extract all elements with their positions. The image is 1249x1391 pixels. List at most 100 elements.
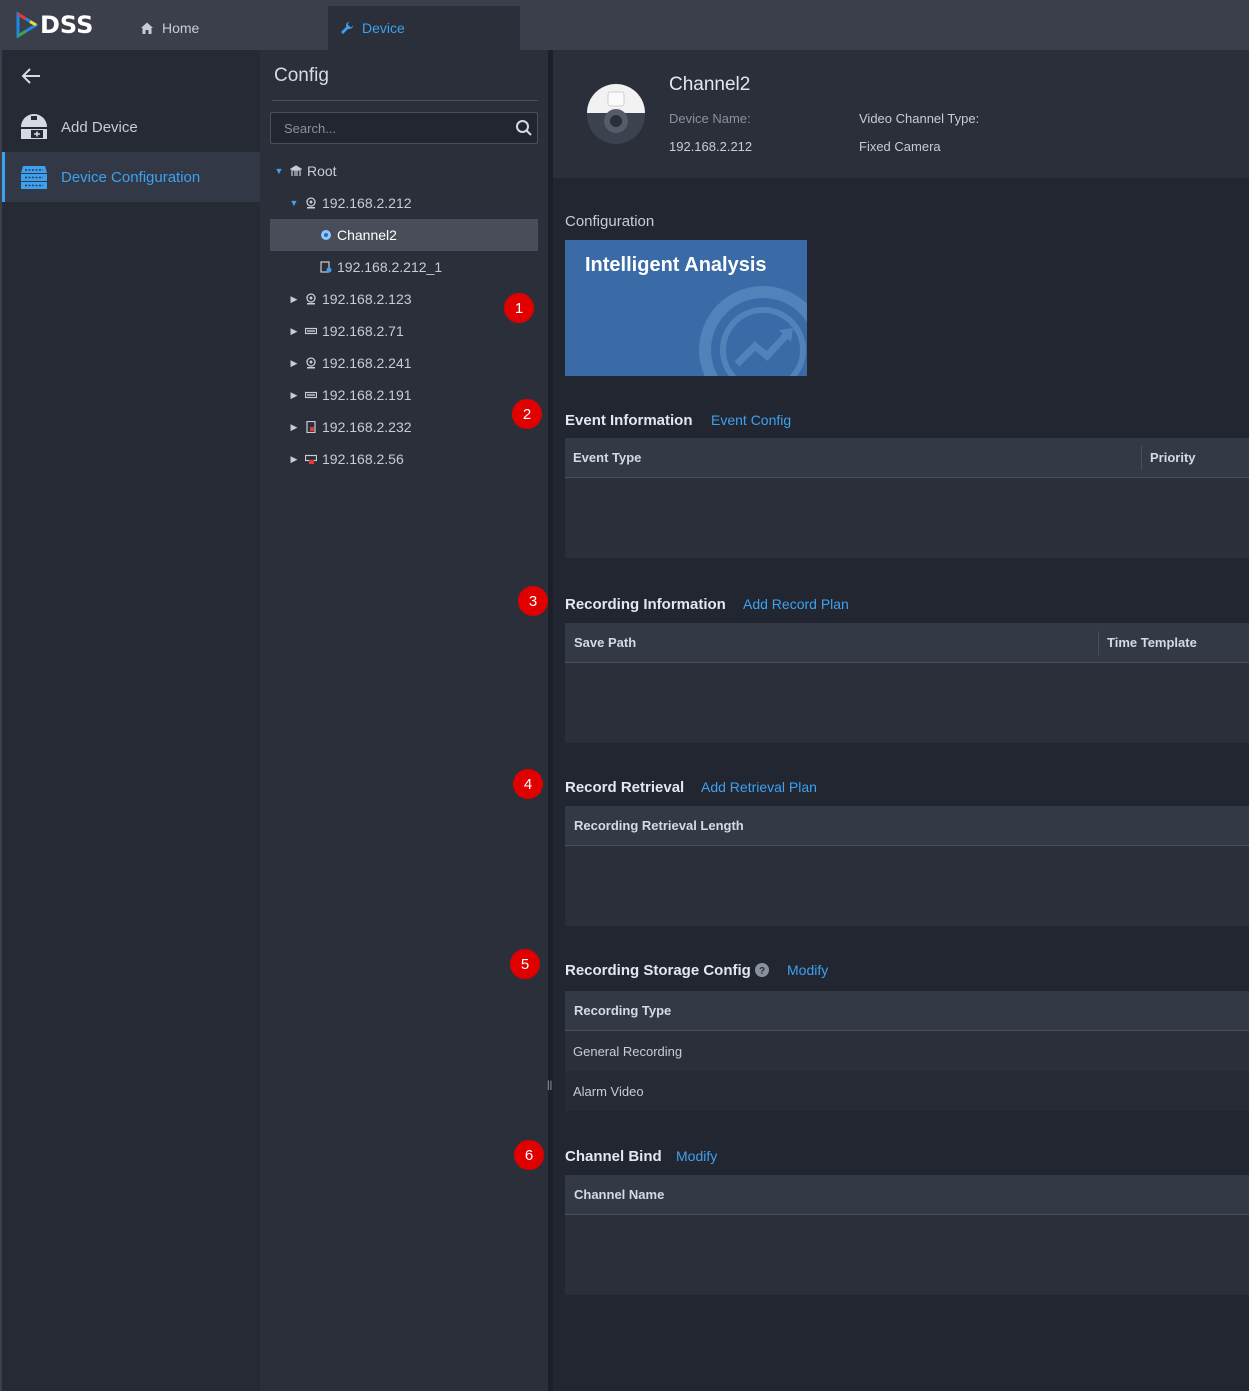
recording-information-title: Recording Information (565, 596, 726, 613)
expanded-triangle-icon[interactable]: ▼ (274, 166, 284, 176)
collapsed-triangle-icon[interactable]: ▶ (289, 454, 299, 465)
main-content: Channel2 Device Name: 192.168.2.212 Vide… (553, 50, 1249, 1391)
cell-recording-type: Alarm Video (573, 1083, 644, 1099)
cell-recording-type: General Recording (573, 1043, 683, 1059)
device-config-icon (21, 166, 47, 189)
tree-node-label: 192.168.2.241 (322, 355, 412, 371)
door-device-icon (305, 421, 317, 433)
annotation-badge-1: 1 (504, 293, 534, 323)
nvr-icon (305, 389, 317, 401)
retrieval-table: Recording Retrieval Length (565, 806, 1249, 926)
tree-node-device[interactable]: ▼ 192.168.2.212 (270, 187, 538, 219)
splitter-grip-icon[interactable]: || (547, 1080, 552, 1091)
channel-title: Channel2 (669, 74, 751, 95)
event-table: Event Type Priority (565, 438, 1249, 558)
add-retrieval-plan-link[interactable]: Add Retrieval Plan (701, 779, 817, 795)
tree-node-device[interactable]: ▶ 192.168.2.191 (270, 379, 538, 411)
tab-device[interactable]: Device (328, 6, 520, 50)
nav-add-device[interactable]: Add Device (2, 102, 260, 152)
back-arrow-icon[interactable] (20, 66, 42, 91)
add-device-icon (21, 114, 47, 139)
event-config-link[interactable]: Event Config (711, 412, 791, 428)
root-icon (290, 165, 302, 177)
tab-home-label: Home (162, 20, 200, 36)
event-information-title: Event Information (565, 412, 693, 429)
column-recording-retrieval-length[interactable]: Recording Retrieval Length (574, 818, 744, 833)
left-nav: Add Device Device Configuration (0, 50, 260, 1391)
tree-node-device[interactable]: ▶ 192.168.2.241 (270, 347, 538, 379)
logo-text: DSS (40, 11, 94, 39)
column-event-type[interactable]: Event Type (573, 450, 641, 465)
search-icon[interactable] (515, 119, 533, 137)
expanded-triangle-icon[interactable]: ▼ (289, 198, 299, 208)
table-header: Recording Type (565, 991, 1249, 1031)
column-priority[interactable]: Priority (1150, 450, 1196, 465)
home-icon (141, 22, 153, 34)
channel-icon (320, 229, 332, 241)
nav-device-configuration-label: Device Configuration (61, 168, 201, 186)
column-divider[interactable] (1098, 631, 1099, 655)
divider (272, 100, 538, 101)
add-record-plan-link[interactable]: Add Record Plan (743, 596, 849, 612)
help-icon[interactable]: ? (755, 963, 769, 977)
tree-node-device[interactable]: ▶ 192.168.2.56 (270, 443, 538, 475)
wrench-icon (341, 22, 353, 34)
collapsed-triangle-icon[interactable]: ▶ (289, 326, 299, 337)
tree-node-root[interactable]: ▼ Root (270, 155, 538, 187)
column-time-template[interactable]: Time Template (1107, 635, 1197, 650)
dss-logo[interactable]: DSS (16, 10, 93, 40)
collapsed-triangle-icon[interactable]: ▶ (289, 358, 299, 369)
tree-node-device[interactable]: ▶ 192.168.2.232 (270, 411, 538, 443)
table-header: Channel Name (565, 1175, 1249, 1215)
column-channel-name[interactable]: Channel Name (574, 1187, 664, 1202)
tree-node-channel-selected[interactable]: Channel2 (270, 219, 538, 251)
column-save-path[interactable]: Save Path (574, 635, 636, 650)
camera-icon (587, 84, 645, 144)
channel-bind-modify-link[interactable]: Modify (676, 1148, 717, 1164)
nvr-icon (305, 325, 317, 337)
device-red-icon (305, 453, 317, 465)
column-recording-type[interactable]: Recording Type (574, 1003, 671, 1018)
tree-node-label: 192.168.2.212 (322, 195, 412, 211)
tree-node-label: 192.168.2.212_1 (337, 259, 443, 275)
card-title: Intelligent Analysis (585, 254, 767, 276)
table-header: Recording Retrieval Length (565, 806, 1249, 846)
annotation-badge-2: 2 (512, 399, 542, 429)
record-retrieval-title: Record Retrieval (565, 779, 685, 796)
tree-node-label: 192.168.2.123 (322, 291, 412, 307)
dss-logo-icon (16, 12, 38, 38)
table-row[interactable]: Alarm Video (565, 1071, 1249, 1111)
alarm-input-icon (320, 261, 332, 273)
intelligent-analysis-card[interactable]: Intelligent Analysis (565, 240, 807, 376)
channel-bind-table: Channel Name (565, 1175, 1249, 1295)
search-input[interactable] (271, 113, 507, 143)
annotation-badge-4: 4 (513, 769, 543, 799)
recording-table: Save Path Time Template (565, 623, 1249, 743)
search-box[interactable] (270, 112, 538, 144)
collapsed-triangle-icon[interactable]: ▶ (289, 294, 299, 305)
channel-bind-title: Channel Bind (565, 1148, 662, 1165)
tab-home[interactable]: Home (128, 6, 318, 50)
device-name-value: 192.168.2.212 (669, 139, 753, 154)
tree-node-label: Root (307, 163, 337, 179)
camera-icon (305, 357, 317, 369)
recording-storage-config-title: Recording Storage Config (565, 962, 751, 979)
annotation-badge-5: 5 (510, 949, 540, 979)
nav-device-configuration[interactable]: Device Configuration (2, 152, 260, 202)
annotation-badge-3: 3 (518, 586, 548, 616)
tree-node-device[interactable]: ▶ 192.168.2.123 (270, 283, 538, 315)
column-divider[interactable] (1141, 446, 1142, 470)
device-name-label: Device Name: (669, 111, 751, 126)
storage-modify-link[interactable]: Modify (787, 962, 828, 978)
tab-device-label: Device (362, 20, 405, 36)
table-header: Event Type Priority (565, 438, 1249, 478)
table-row[interactable]: General Recording (565, 1031, 1249, 1071)
tree-node-channel[interactable]: 192.168.2.212_1 (270, 251, 538, 283)
annotation-badge-6: 6 (514, 1140, 544, 1170)
tree-node-device[interactable]: ▶ 192.168.2.71 (270, 315, 538, 347)
collapsed-triangle-icon[interactable]: ▶ (289, 422, 299, 433)
config-tree-panel: Config ▼ Root ▼ 192.168.2.212 Channel2 (260, 50, 548, 1391)
camera-icon (305, 197, 317, 209)
collapsed-triangle-icon[interactable]: ▶ (289, 390, 299, 401)
tree-node-label: 192.168.2.56 (322, 451, 404, 467)
